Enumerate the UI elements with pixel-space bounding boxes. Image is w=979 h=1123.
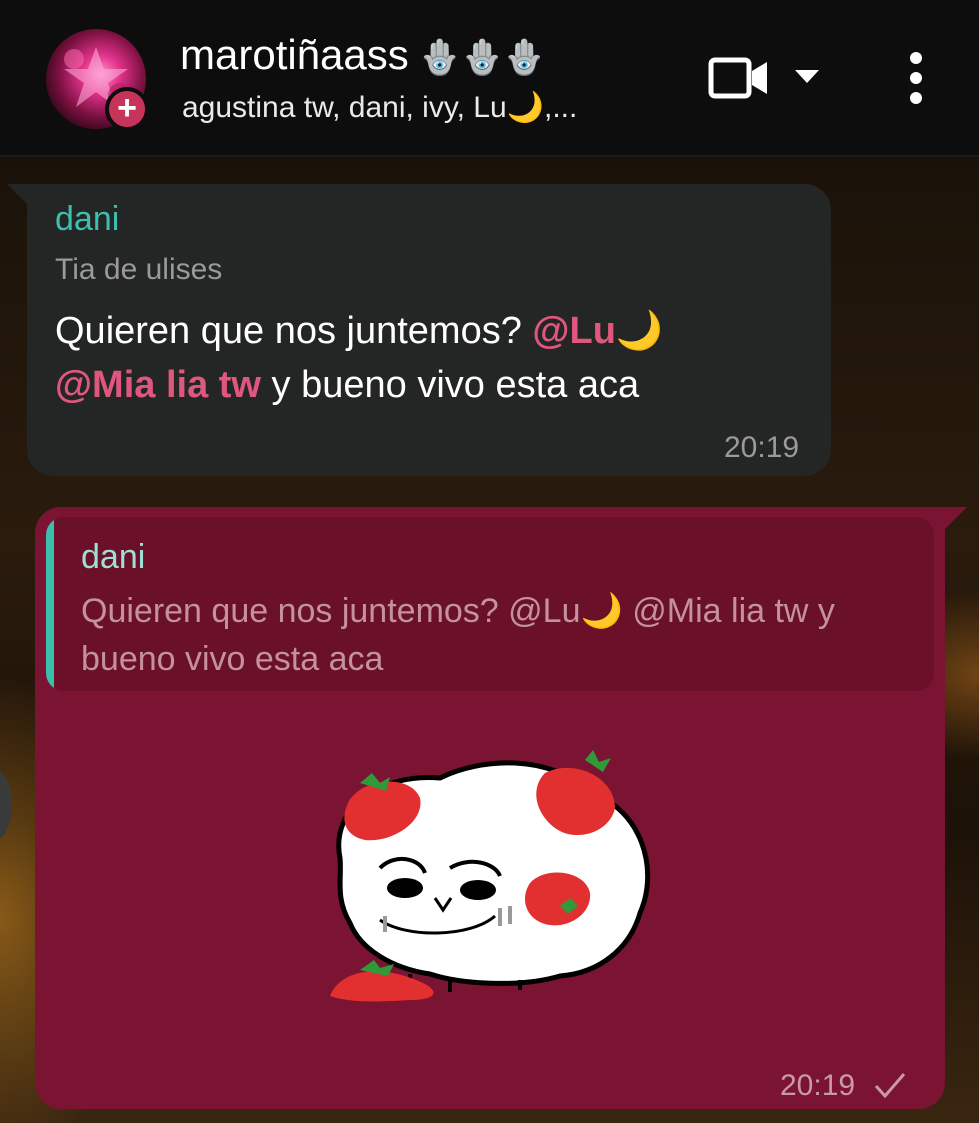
bubble-tail [7,184,29,206]
quote-bar [46,517,54,691]
bubble-tail [945,507,967,529]
mention-mia[interactable]: @Mia lia tw [55,364,261,406]
more-options-icon[interactable] [898,50,934,106]
chat-members[interactable]: agustina tw, dani, ivy, Lu🌙,... [182,88,577,128]
chat-title-text: marotiñaass [180,31,409,78]
quoted-message[interactable]: dani Quieren que nos juntemos? @Lu🌙 @Mia… [46,517,934,691]
mention-lu[interactable]: @Lu🌙 [532,310,663,352]
video-call-icon[interactable] [708,55,770,101]
message-text-start: Quieren que nos juntemos? [55,310,533,352]
chat-header: + marotiñaass 🪬🪬🪬 agustina tw, dani, ivy,… [0,0,979,157]
quoted-text: Quieren que nos juntemos? @Lu🌙 @Mia lia … [81,592,835,678]
hamsa-emoji: 🪬🪬🪬 [418,38,546,77]
strawberry-skull-sticker[interactable] [320,748,660,1008]
check-icon [874,1073,906,1099]
chat-title[interactable]: marotiñaass 🪬🪬🪬 [180,30,546,83]
message-time: 20:19 [780,1069,856,1102]
message-time: 20:19 [724,431,800,464]
message-text-end: y bueno vivo esta aca [260,364,640,406]
chevron-down-icon[interactable] [792,66,822,86]
message-text: Quieren que nos juntemos? @Lu🌙 @Mia lia t… [55,304,795,412]
add-member-icon[interactable]: + [105,87,149,131]
quoted-sender: dani [81,538,146,576]
message-sender[interactable]: dani [55,198,119,240]
sender-role: Tia de ulises [55,253,223,286]
